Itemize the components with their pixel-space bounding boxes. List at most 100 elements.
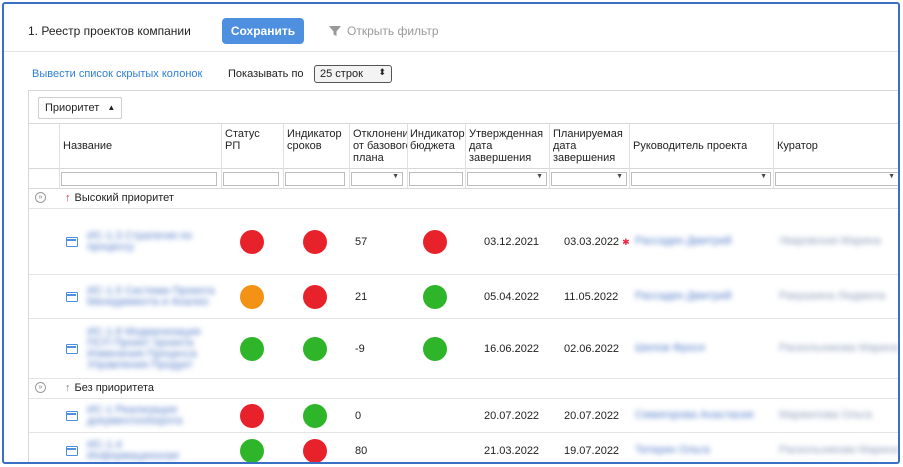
curator-link[interactable]: Ракушкина Людмила bbox=[779, 291, 885, 302]
planned-date: 19.07.2022 bbox=[564, 445, 619, 457]
group-by-chip-priority[interactable]: Приоритет ▲ bbox=[38, 97, 123, 119]
project-card-icon[interactable] bbox=[66, 446, 78, 456]
group-label: ↑ Без приоритета bbox=[65, 382, 154, 394]
manager-link[interactable]: Рассадин Дмитрий bbox=[635, 236, 732, 247]
table-row[interactable]: ИС-1.8 Модернизация ПСП Проект проекта И… bbox=[29, 319, 898, 379]
priority-arrow-icon: ↑ bbox=[65, 192, 71, 204]
projects-grid: Приоритет ▲ Название Статус РП Индикатор… bbox=[28, 90, 898, 462]
dropdown-arrow-icon: ▼ bbox=[888, 173, 895, 180]
planned-date: 20.07.2022 bbox=[564, 410, 619, 422]
project-card-icon[interactable] bbox=[66, 411, 78, 421]
changed-marker-icon: ✱ bbox=[622, 237, 630, 247]
col-header-deviation[interactable]: Отклонение от базового плана bbox=[353, 128, 407, 164]
dropdown-arrow-icon: ▼ bbox=[392, 173, 399, 180]
sort-asc-icon: ▲ bbox=[107, 103, 116, 112]
planned-date-text: 02.06.2022 bbox=[564, 343, 620, 355]
group-label-text: Высокий приоритет bbox=[74, 192, 174, 204]
col-header-deadline[interactable]: Индикатор сроков bbox=[287, 128, 342, 152]
curator-link[interactable]: Уваровская Марина bbox=[779, 236, 881, 247]
planned-date: 03.03.2022 ✱ bbox=[564, 236, 630, 248]
approved-date: 20.07.2022 bbox=[484, 410, 540, 422]
deviation-value: 57 bbox=[355, 236, 368, 248]
show-hidden-columns-link[interactable]: Вывести список скрытых колонок bbox=[32, 68, 202, 80]
deadline-indicator bbox=[303, 439, 327, 462]
budget-indicator bbox=[423, 337, 447, 361]
approved-date: 21.03.2022 bbox=[484, 445, 540, 457]
project-name-link[interactable]: ИС-1.4 Информационная безопасность bbox=[87, 440, 215, 462]
manager-link[interactable]: Тетерин Ольга bbox=[635, 445, 710, 456]
open-filter-button[interactable]: Открыть фильтр bbox=[329, 24, 439, 38]
budget-indicator bbox=[423, 230, 447, 254]
filter-status-input[interactable] bbox=[223, 172, 279, 186]
rows-per-page-select[interactable]: 25 строк ⬍ bbox=[314, 65, 392, 83]
dropdown-arrow-icon: ▼ bbox=[616, 173, 623, 180]
save-button[interactable]: Сохранить bbox=[222, 18, 304, 44]
manager-link[interactable]: Рассадин Дмитрий bbox=[635, 291, 732, 302]
column-divider bbox=[221, 123, 222, 189]
budget-indicator bbox=[423, 285, 447, 309]
filter-planned-select[interactable]: ▼ bbox=[551, 172, 627, 186]
project-name-link[interactable]: ИС-1.8 Модернизация ПСП Проект проекта И… bbox=[87, 327, 215, 371]
project-name-link[interactable]: ИС-1.3 Стратегия по процессу bbox=[87, 231, 215, 253]
table-row[interactable]: ИС-1.3 Стратегия по процессу 57 03.12.2021… bbox=[29, 209, 898, 275]
table-row[interactable]: ИС-1.4 Информационная безопасность 80 21.0… bbox=[29, 433, 898, 462]
col-header-curator[interactable]: Куратор bbox=[777, 140, 818, 152]
col-header-manager[interactable]: Руководитель проекта bbox=[633, 140, 747, 152]
filter-manager-select[interactable]: ▼ bbox=[631, 172, 771, 186]
project-card-icon[interactable] bbox=[66, 344, 78, 354]
column-divider bbox=[465, 123, 466, 189]
deadline-indicator bbox=[303, 230, 327, 254]
curator-link[interactable]: Маржилова Ольга bbox=[779, 410, 872, 421]
rows-per-page-label: Показывать по bbox=[228, 68, 304, 80]
curator-link[interactable]: Раскольникова Марина bbox=[779, 343, 898, 354]
approved-date: 16.06.2022 bbox=[484, 343, 540, 355]
page-title: 1. Реестр проектов компании bbox=[28, 24, 191, 38]
collapse-group-icon[interactable]: » bbox=[35, 192, 46, 203]
deviation-value: -9 bbox=[355, 343, 365, 355]
status-indicator bbox=[240, 404, 264, 428]
table-row[interactable]: ИС-1 Реализация документооборота 0 20.07.2… bbox=[29, 399, 898, 433]
curator-link[interactable]: Раскольникова Марина bbox=[779, 445, 898, 456]
col-header-planned-date[interactable]: Планируемая дата завершения bbox=[553, 128, 623, 164]
status-indicator bbox=[240, 230, 264, 254]
planned-date-text: 20.07.2022 bbox=[564, 410, 620, 422]
column-divider bbox=[59, 123, 60, 189]
group-row: » ↑ Высокий приоритет bbox=[29, 189, 898, 209]
priority-arrow-icon: ↑ bbox=[65, 382, 71, 394]
manager-link[interactable]: Семигорова Анастасия bbox=[635, 410, 753, 421]
filter-curator-select[interactable]: ▼ bbox=[775, 172, 898, 186]
updown-arrows-icon: ⬍ bbox=[378, 67, 386, 77]
dropdown-arrow-icon: ▼ bbox=[536, 173, 543, 180]
status-indicator bbox=[240, 285, 264, 309]
group-label-text: Без приоритета bbox=[74, 382, 155, 394]
filter-name-input[interactable] bbox=[61, 172, 217, 186]
project-card-icon[interactable] bbox=[66, 292, 78, 302]
status-indicator bbox=[240, 439, 264, 462]
deviation-value: 0 bbox=[355, 410, 362, 422]
open-filter-label: Открыть фильтр bbox=[347, 24, 439, 38]
table-row[interactable]: ИС-1.5 Система Проекта Менеджмента и Ана… bbox=[29, 275, 898, 319]
group-label: ↑ Высокий приоритет bbox=[65, 192, 174, 204]
project-name-link[interactable]: ИС-1.5 Система Проекта Менеджмента и Ана… bbox=[87, 286, 215, 308]
column-divider bbox=[549, 123, 550, 189]
manager-link[interactable]: Шилов Фрося bbox=[635, 343, 705, 354]
col-header-name[interactable]: Название bbox=[63, 140, 112, 152]
col-header-approved-date[interactable]: Утвержденная дата завершения bbox=[469, 128, 543, 164]
planned-date-text: 11.05.2022 bbox=[564, 291, 619, 303]
collapse-group-icon[interactable]: » bbox=[35, 382, 46, 393]
filter-approved-select[interactable]: ▼ bbox=[467, 172, 547, 186]
filter-deadline-input[interactable] bbox=[285, 172, 345, 186]
column-divider bbox=[629, 123, 630, 189]
project-name-link[interactable]: ИС-1 Реализация документооборота bbox=[87, 405, 215, 427]
app-frame: 1. Реестр проектов компании Сохранить От… bbox=[2, 2, 900, 464]
planned-date-text: 19.07.2022 bbox=[564, 445, 620, 457]
filter-budget-input[interactable] bbox=[409, 172, 463, 186]
planned-date: 11.05.2022 bbox=[564, 291, 618, 303]
col-header-budget[interactable]: Индикатор бюджета bbox=[410, 128, 466, 152]
filter-icon bbox=[329, 26, 341, 36]
col-header-status[interactable]: Статус РП bbox=[225, 128, 260, 152]
project-card-icon[interactable] bbox=[66, 237, 78, 247]
approved-date: 03.12.2021 bbox=[484, 236, 540, 248]
rows-per-page-value: 25 строк bbox=[320, 68, 363, 80]
filter-deviation-select[interactable]: ▼ bbox=[351, 172, 403, 186]
